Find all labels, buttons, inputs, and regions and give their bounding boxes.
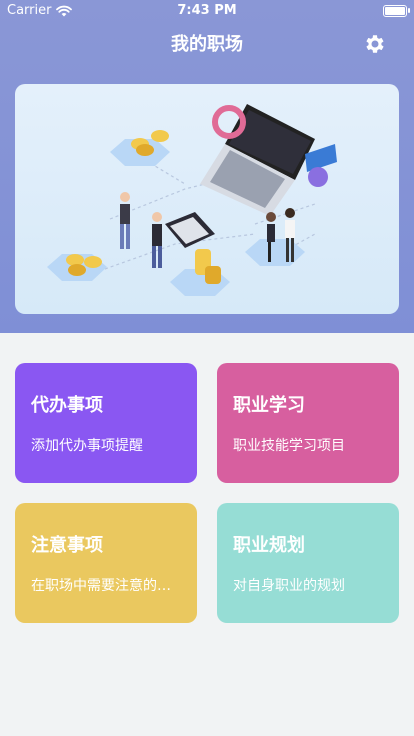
card-career-learning[interactable]: 职业学习 职业技能学习项目 <box>217 363 399 483</box>
card-notes[interactable]: 注意事项 在职场中需要注意的… <box>15 503 197 623</box>
card-subtitle: 添加代办事项提醒 <box>31 438 143 454</box>
card-subtitle: 对自身职业的规划 <box>233 578 345 594</box>
status-bar: Carrier 7:43 PM <box>0 0 414 22</box>
gear-icon[interactable] <box>362 32 386 56</box>
office-illustration <box>47 104 337 296</box>
card-title: 职业学习 <box>233 395 305 416</box>
page-title: 我的职场 <box>171 34 243 55</box>
navbar: 我的职场 <box>0 22 414 62</box>
banner-illustration <box>15 84 399 314</box>
card-career-planning[interactable]: 职业规划 对自身职业的规划 <box>217 503 399 623</box>
card-subtitle: 在职场中需要注意的… <box>31 578 171 594</box>
card-title: 注意事项 <box>31 535 103 556</box>
card-subtitle: 职业技能学习项目 <box>233 438 345 454</box>
status-time: 7:43 PM <box>177 3 237 18</box>
card-title: 职业规划 <box>233 535 305 556</box>
header: Carrier 7:43 PM 我的职场 <box>0 0 414 333</box>
battery-icon <box>383 5 410 17</box>
card-grid: 代办事项 添加代办事项提醒 职业学习 职业技能学习项目 注意事项 在职场中需要注… <box>15 363 399 623</box>
card-todo[interactable]: 代办事项 添加代办事项提醒 <box>15 363 197 483</box>
card-title: 代办事项 <box>31 395 103 416</box>
